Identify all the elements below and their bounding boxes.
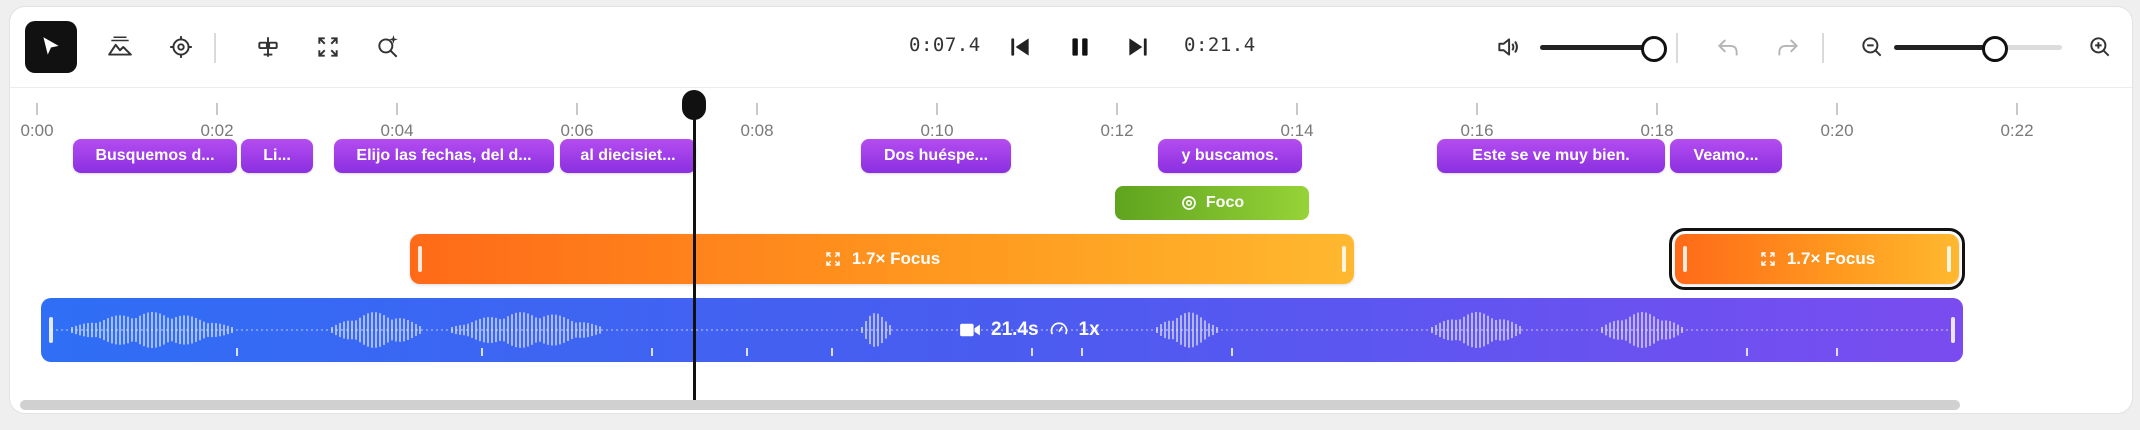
speedometer-icon [1050, 322, 1067, 335]
skip-back-icon [1011, 38, 1029, 56]
ruler-tick-label: 0:16 [1460, 121, 1494, 140]
ruler-tick [1836, 103, 1838, 115]
horizontal-scrollbar[interactable] [20, 400, 1960, 410]
playhead-line [693, 100, 696, 400]
pause-icon [1072, 38, 1088, 56]
track-start-handle[interactable] [49, 317, 53, 343]
track-end-handle[interactable] [1951, 317, 1955, 343]
volume-icon [1498, 38, 1518, 56]
time-ruler[interactable]: 0:00 0:02 0:04 0:06 0:08 0:10 0:12 0:14 0:16 0:18… [10, 87, 2132, 140]
caption-clip[interactable]: al diecisiet... [560, 139, 696, 173]
toolbar-divider [1822, 33, 1824, 63]
focus-clip[interactable]: Foco [1115, 186, 1309, 220]
timeline-editor: 0:07.4 0:21.4 0:00 0:02 0:04 0:06 0:08 0… [9, 6, 2133, 414]
redo-icon [1778, 39, 1799, 56]
ruler-tick-label: 0:02 [200, 121, 234, 140]
caption-clip[interactable]: Busquemos d... [73, 139, 237, 173]
caption-clip[interactable]: Este se ve muy bien. [1437, 139, 1665, 173]
mountains-icon [108, 36, 132, 56]
ruler-tick [1116, 103, 1118, 115]
select-tool-button[interactable] [25, 21, 77, 73]
ruler-tick [936, 103, 938, 115]
ruler-tick-label: 0:06 [560, 121, 594, 140]
ruler-tick-label: 0:04 [380, 121, 414, 140]
track-duration: 21.4s [991, 319, 1039, 340]
expand-icon [826, 252, 840, 266]
ruler-tick-label: 0:20 [1820, 121, 1854, 140]
ruler-tick [396, 103, 398, 115]
volume-slider-knob[interactable] [1641, 36, 1667, 62]
target-icon [1182, 196, 1196, 210]
volume-button[interactable] [1482, 21, 1534, 73]
zoom-segment-selected[interactable]: 1.7× Focus [1669, 228, 1965, 290]
timeline-zoom-slider-knob[interactable] [1981, 36, 2008, 62]
undo-button[interactable] [1702, 21, 1754, 73]
ruler-tick-label: 0:12 [1100, 121, 1134, 140]
expand-icon [318, 37, 338, 57]
expand-icon [1761, 252, 1775, 266]
camera-icon [960, 323, 980, 337]
magic-zoom-tool-button[interactable] [362, 21, 414, 73]
target-tool-button[interactable] [155, 21, 207, 73]
ruler-tick [756, 103, 758, 115]
undo-icon [1717, 39, 1738, 56]
caption-clip[interactable]: y buscamos. [1158, 139, 1302, 173]
zoom-segment[interactable]: 1.7× Focus [410, 234, 1354, 284]
segment-start-handle[interactable] [1683, 246, 1687, 272]
ruler-tick-label: 0:10 [920, 121, 954, 140]
ruler-tick [1656, 103, 1658, 115]
ruler-tick [2016, 103, 2018, 115]
segment-end-handle[interactable] [1342, 246, 1346, 272]
cursor-icon [43, 37, 59, 55]
segment-end-handle[interactable] [1947, 246, 1951, 272]
zoom-in-button[interactable] [2074, 21, 2126, 73]
redo-button[interactable] [1762, 21, 1814, 73]
ruler-tick-label: 0:18 [1640, 121, 1674, 140]
current-time: 0:07.4 [909, 34, 981, 56]
ruler-tick-label: 0:22 [2000, 121, 2034, 140]
toolbar-divider [214, 33, 216, 63]
ruler-tick [1476, 103, 1478, 115]
pause-button[interactable] [1054, 21, 1106, 73]
caption-clip[interactable]: Elijo las fechas, del d... [334, 139, 554, 173]
ruler-tick-label: 0:08 [740, 121, 774, 140]
track-speed: 1x [1078, 319, 1100, 340]
track-info: 21.4s 1x [959, 318, 1100, 342]
skip-forward-icon [1129, 38, 1147, 56]
ruler-tick [216, 103, 218, 115]
crosshair-icon [170, 36, 192, 58]
zoom-out-button[interactable] [1846, 21, 1898, 73]
video-track[interactable]: 21.4s 1x [41, 298, 1963, 362]
ruler-tick-label: 0:00 [20, 121, 54, 140]
playhead-handle[interactable] [682, 90, 706, 120]
toolbar: 0:07.4 0:21.4 [10, 7, 2132, 88]
skip-back-button[interactable] [994, 21, 1046, 73]
timeline-zoom-slider[interactable] [1894, 45, 2062, 50]
total-time: 0:21.4 [1184, 34, 1256, 56]
zoom-out-icon [1862, 37, 1882, 57]
split-icon [258, 37, 278, 57]
background-tool-button[interactable] [94, 21, 146, 73]
ruler-tick [576, 103, 578, 115]
split-tool-button[interactable] [242, 21, 294, 73]
ruler-tick [36, 103, 38, 115]
caption-clip[interactable]: Dos huéspe... [861, 139, 1011, 173]
ruler-tick [1296, 103, 1298, 115]
caption-clip[interactable]: Veamo... [1670, 139, 1782, 173]
toolbar-divider [1676, 33, 1678, 63]
caption-clip[interactable]: Li... [241, 139, 313, 173]
skip-forward-button[interactable] [1112, 21, 1164, 73]
segment-start-handle[interactable] [418, 246, 422, 272]
zoom-sparkle-icon [378, 35, 398, 58]
ruler-tick-label: 0:14 [1280, 121, 1314, 140]
zoom-tool-button[interactable] [302, 21, 354, 73]
zoom-in-icon [2090, 37, 2110, 57]
